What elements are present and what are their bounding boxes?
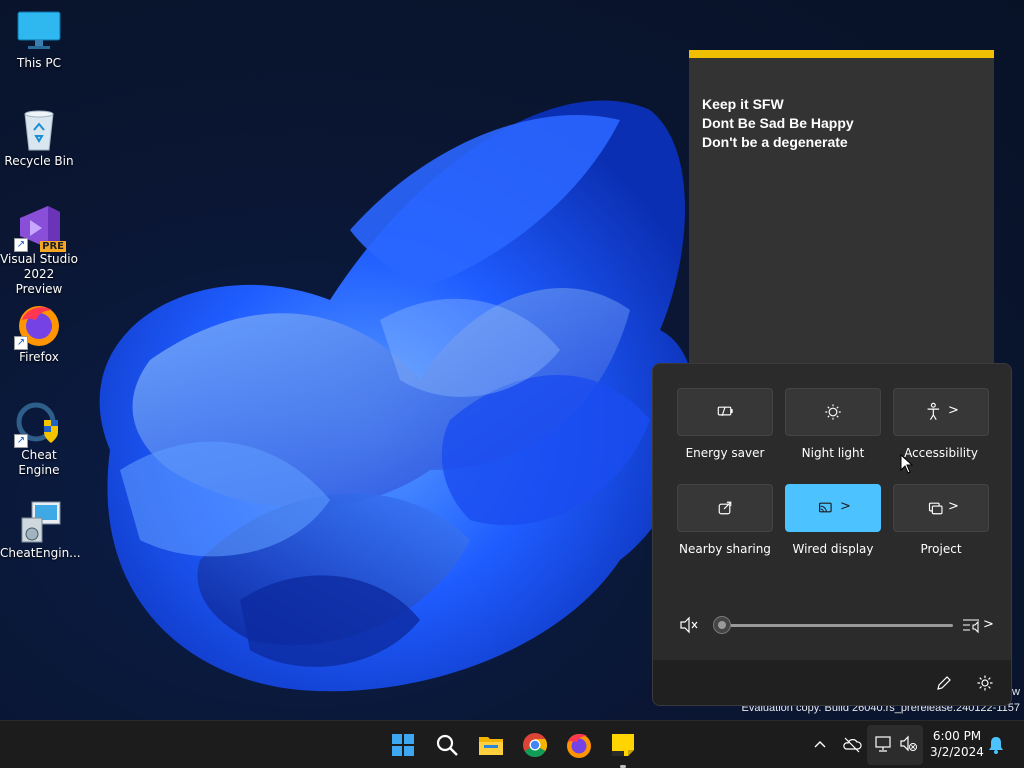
chrome-icon bbox=[523, 733, 548, 758]
audio-output-chevron-icon[interactable]: > bbox=[983, 617, 994, 632]
desktop-icon-label: Visual Studio 2022 Preview bbox=[0, 252, 78, 296]
energy-saver-icon bbox=[717, 406, 733, 417]
cheat-engine-icon: ↗ bbox=[14, 400, 62, 448]
nearby-sharing-label: Nearby sharing bbox=[679, 542, 771, 556]
installer-icon bbox=[16, 498, 62, 544]
shortcut-arrow-icon: ↗ bbox=[14, 238, 28, 252]
mouse-cursor-icon bbox=[900, 454, 914, 474]
firefox-taskbar-button[interactable] bbox=[563, 729, 595, 761]
desktop-icon-label: Cheat Engine bbox=[18, 448, 60, 477]
desktop-icon-label: CheatEngin... bbox=[0, 546, 81, 560]
desktop: This PC Recycle Bin PRE ↗ Visual Studio … bbox=[0, 0, 1024, 720]
cast-icon bbox=[819, 502, 832, 513]
desktop-icon-cheat-engine[interactable]: ↗ Cheat Engine bbox=[0, 392, 78, 478]
onedrive-offline-icon[interactable] bbox=[842, 735, 862, 753]
project-icon bbox=[928, 502, 943, 515]
chevron-right-icon: > bbox=[840, 499, 851, 514]
visual-studio-icon: PRE ↗ bbox=[14, 204, 66, 252]
nearby-sharing-icon bbox=[718, 501, 732, 515]
wired-display-label: Wired display bbox=[792, 542, 874, 556]
file-explorer-button[interactable] bbox=[475, 729, 507, 761]
speaker-muted-icon bbox=[900, 735, 917, 752]
desktop-icon-visual-studio[interactable]: PRE ↗ Visual Studio 2022 Preview bbox=[0, 196, 78, 297]
energy-saver-tile[interactable] bbox=[677, 388, 773, 436]
audio-output-icon[interactable] bbox=[962, 616, 982, 634]
network-ethernet-icon bbox=[875, 736, 891, 752]
sticky-note-content[interactable]: Keep it SFW Dont Be Sad Be Happy Don't b… bbox=[702, 95, 854, 152]
settings-gear-icon[interactable] bbox=[976, 674, 994, 692]
desktop-icon-label: Firefox bbox=[19, 350, 59, 364]
volume-slider-thumb[interactable] bbox=[713, 616, 731, 634]
desktop-icon-label: This PC bbox=[17, 56, 61, 70]
firefox-icon: ↗ bbox=[14, 302, 62, 350]
project-label: Project bbox=[920, 542, 962, 556]
desktop-icon-recycle-bin[interactable]: Recycle Bin bbox=[0, 98, 78, 169]
chrome-button[interactable] bbox=[519, 729, 551, 761]
volume-muted-icon[interactable] bbox=[679, 616, 699, 634]
notification-bell-icon[interactable] bbox=[987, 735, 1005, 755]
taskbar: 6:00 PM 3/2/2024 bbox=[0, 720, 1024, 768]
sticky-note-line: Don't be a degenerate bbox=[702, 134, 848, 150]
shortcut-arrow-icon: ↗ bbox=[14, 434, 28, 448]
sticky-note-line: Keep it SFW bbox=[702, 96, 784, 112]
monitor-icon bbox=[16, 8, 62, 54]
night-light-icon bbox=[825, 404, 841, 420]
sticky-notes-button[interactable] bbox=[607, 729, 639, 768]
night-light-label: Night light bbox=[801, 446, 865, 460]
file-explorer-icon bbox=[479, 737, 503, 755]
project-tile[interactable]: > bbox=[893, 484, 989, 532]
quick-settings-footer bbox=[653, 660, 1011, 705]
watermark-line-1: w bbox=[1012, 686, 1020, 698]
chevron-right-icon: > bbox=[948, 403, 959, 418]
clock-date: 3/2/2024 bbox=[930, 745, 984, 759]
wired-display-tile[interactable]: > bbox=[785, 484, 881, 532]
volume-slider-track[interactable] bbox=[721, 624, 953, 627]
sticky-note-line: Dont Be Sad Be Happy bbox=[702, 115, 854, 131]
start-button[interactable] bbox=[387, 729, 419, 761]
desktop-icon-this-pc[interactable]: This PC bbox=[0, 0, 78, 71]
desktop-icon-cheat-engine-installer[interactable]: CheatEngin... bbox=[0, 490, 81, 561]
recycle-bin-icon bbox=[16, 106, 62, 152]
shortcut-arrow-icon: ↗ bbox=[14, 336, 28, 350]
desktop-icon-firefox[interactable]: ↗ Firefox bbox=[0, 294, 78, 365]
start-icon bbox=[392, 734, 414, 756]
quick-settings-tray-button[interactable] bbox=[867, 725, 923, 765]
sticky-notes-icon bbox=[612, 734, 634, 756]
clock-time: 6:00 PM bbox=[932, 729, 982, 743]
pre-badge: PRE bbox=[40, 241, 66, 252]
search-button[interactable] bbox=[431, 729, 463, 761]
firefox-icon bbox=[567, 734, 591, 758]
edit-pencil-icon[interactable] bbox=[935, 674, 953, 692]
desktop-icon-label: Recycle Bin bbox=[4, 154, 74, 168]
sticky-note-window[interactable]: Keep it SFW Dont Be Sad Be Happy Don't b… bbox=[689, 50, 994, 363]
nearby-sharing-tile[interactable] bbox=[677, 484, 773, 532]
show-hidden-icons-chevron-icon[interactable] bbox=[812, 736, 828, 752]
energy-saver-label: Energy saver bbox=[685, 446, 765, 460]
search-icon bbox=[436, 734, 458, 756]
chevron-right-icon: > bbox=[948, 499, 959, 514]
clock[interactable]: 6:00 PM 3/2/2024 bbox=[922, 728, 992, 760]
accessibility-icon bbox=[927, 402, 940, 420]
quick-settings-panel: Energy saver Night light > Accessibility… bbox=[652, 363, 1012, 706]
accessibility-tile[interactable]: > bbox=[893, 388, 989, 436]
night-light-tile[interactable] bbox=[785, 388, 881, 436]
